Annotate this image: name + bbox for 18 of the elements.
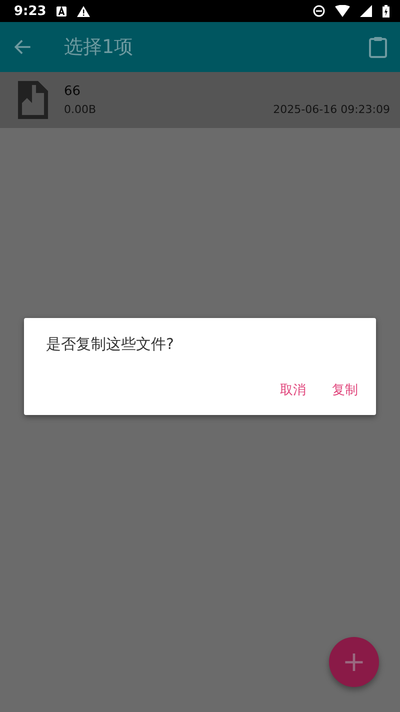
dialog-button[interactable]: 复制 — [322, 373, 368, 407]
notification-icon — [56, 6, 68, 16]
signal-icon — [360, 5, 372, 17]
file-size: 0.00B — [64, 103, 96, 116]
do-not-disturb-icon — [313, 5, 325, 17]
add-button[interactable]: + — [329, 637, 379, 687]
dialog-message: 是否复制这些文件? — [46, 335, 175, 354]
file-name: 66 — [64, 84, 82, 99]
file-icon — [18, 81, 48, 119]
warning-icon — [77, 6, 90, 16]
file-row[interactable]: 66 0.00B 2025-06-16 09:23:09 — [0, 72, 400, 128]
battery-icon — [382, 4, 390, 18]
file-date: 2025-06-16 09:23:09 — [273, 103, 390, 116]
clipboard-icon[interactable] — [368, 36, 388, 58]
toolbar-title: 选择1项 — [64, 35, 134, 60]
wifi-icon — [335, 5, 350, 17]
status-time: 9:23 — [14, 4, 46, 18]
dialog-button[interactable]: 取消 — [270, 373, 316, 407]
